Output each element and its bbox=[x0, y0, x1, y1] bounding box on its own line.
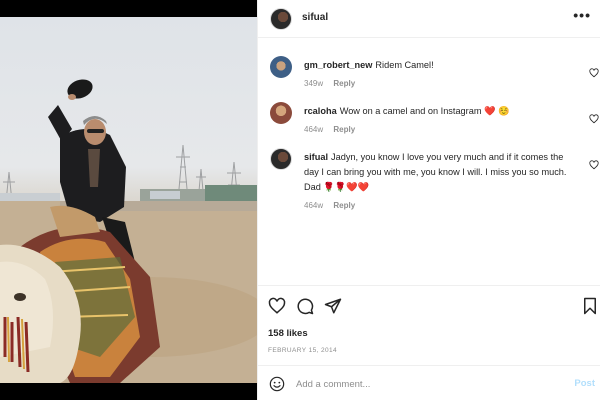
comment-meta: 349w Reply bbox=[304, 76, 580, 91]
avatar[interactable] bbox=[270, 102, 292, 124]
comments-list: gm_robert_new Ridem Camel! 349w Reply rca… bbox=[258, 48, 600, 288]
comment-username[interactable]: sifual bbox=[304, 152, 328, 162]
action-bar bbox=[268, 297, 596, 317]
share-icon[interactable] bbox=[324, 297, 342, 315]
comment-text: Jadyn, you know I love you very much and… bbox=[304, 152, 567, 192]
reply-button[interactable]: Reply bbox=[333, 79, 355, 88]
post-photo bbox=[0, 17, 257, 383]
comment-body: gm_robert_new Ridem Camel! 349w Reply bbox=[304, 58, 580, 91]
avatar[interactable] bbox=[270, 8, 292, 30]
comment-username[interactable]: gm_robert_new bbox=[304, 60, 372, 70]
comment-input[interactable] bbox=[296, 375, 546, 393]
bookmark-icon[interactable] bbox=[581, 297, 599, 315]
likes-count[interactable]: 158 likes bbox=[268, 328, 308, 339]
comment-meta: 464w Reply bbox=[304, 122, 580, 137]
emoji-icon[interactable] bbox=[269, 376, 285, 392]
heart-icon[interactable] bbox=[589, 68, 599, 78]
heart-icon[interactable] bbox=[268, 297, 286, 315]
comment-text: Wow on a camel and on Instagram ❤️ ☺️ bbox=[339, 106, 510, 116]
comment-body: sifual Jadyn, you know I love you very mu… bbox=[304, 150, 580, 213]
heart-icon[interactable] bbox=[589, 160, 599, 170]
post-button[interactable]: Post bbox=[574, 378, 595, 389]
comment-meta: 464w Reply bbox=[304, 198, 580, 213]
more-options-icon[interactable]: ••• bbox=[573, 7, 591, 23]
comment-age[interactable]: 349w bbox=[304, 79, 323, 88]
post-date[interactable]: FEBRUARY 15, 2014 bbox=[268, 347, 337, 354]
add-comment-bar: Post bbox=[258, 365, 600, 400]
avatar[interactable] bbox=[270, 56, 292, 78]
comment-age[interactable]: 464w bbox=[304, 201, 323, 210]
post-sidebar: sifual ••• gm_robert_new Ridem Camel! 349… bbox=[257, 0, 600, 400]
post-username[interactable]: sifual bbox=[302, 12, 328, 23]
comment-icon[interactable] bbox=[296, 297, 314, 315]
avatar[interactable] bbox=[270, 148, 292, 170]
camel-ride-image bbox=[0, 79, 257, 383]
comment-body: rcaloha Wow on a camel and on Instagram ❤… bbox=[304, 104, 580, 137]
comment-text: Ridem Camel! bbox=[375, 60, 434, 70]
post-header: sifual ••• bbox=[258, 0, 600, 38]
instagram-post-modal: sifual ••• gm_robert_new Ridem Camel! 349… bbox=[0, 0, 600, 400]
comment-age[interactable]: 464w bbox=[304, 125, 323, 134]
heart-icon[interactable] bbox=[589, 114, 599, 124]
comment-username[interactable]: rcaloha bbox=[304, 106, 337, 116]
reply-button[interactable]: Reply bbox=[333, 201, 355, 210]
reply-button[interactable]: Reply bbox=[333, 125, 355, 134]
